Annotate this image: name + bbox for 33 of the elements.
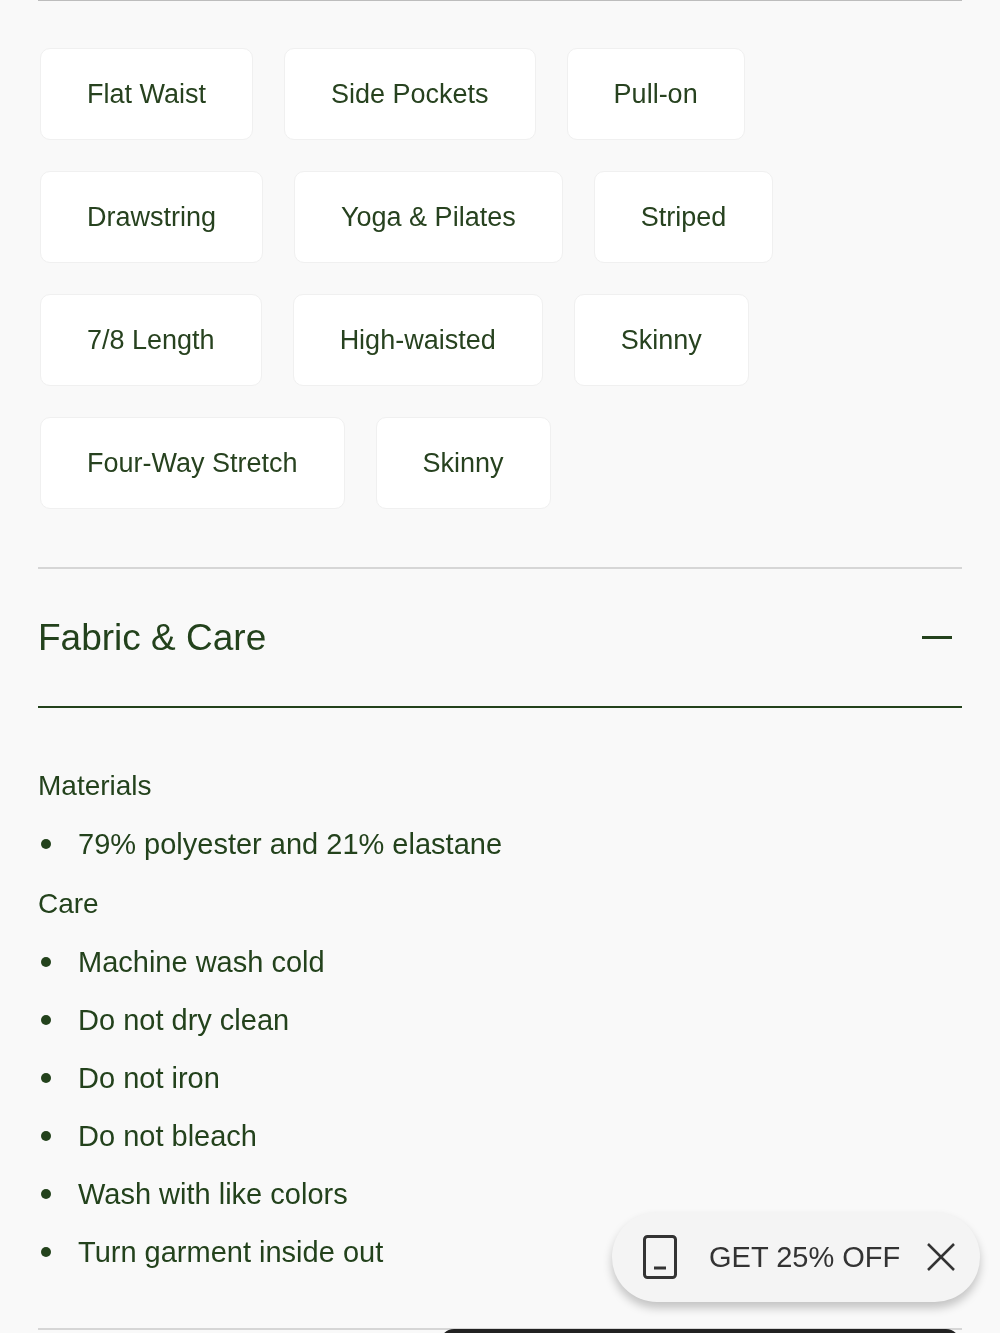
- bullet-icon: [41, 839, 51, 849]
- filter-tag[interactable]: Skinny: [573, 294, 749, 386]
- list-item: Turn garment inside out: [78, 1235, 384, 1269]
- group-heading: Care: [38, 887, 100, 921]
- filter-tag[interactable]: Four-Way Stretch: [40, 417, 345, 509]
- filter-tag[interactable]: Drawstring: [40, 171, 264, 263]
- bullet-icon: [41, 1015, 51, 1025]
- list-item: Do not dry clean: [78, 1003, 290, 1037]
- close-button[interactable]: [926, 1242, 956, 1272]
- group-heading: Materials: [38, 769, 153, 803]
- section-header[interactable]: Fabric & Care: [38, 569, 962, 706]
- bullet-icon: [41, 1189, 51, 1199]
- promo-link[interactable]: GET 25% OFF: [709, 1240, 926, 1274]
- bullet-icon: [41, 1247, 51, 1257]
- phone-icon: [643, 1235, 677, 1279]
- filter-tag[interactable]: 7/8 Length: [40, 294, 262, 386]
- filter-tag[interactable]: Flat Waist: [40, 48, 253, 140]
- filter-tag[interactable]: Pull-on: [566, 48, 745, 140]
- minus-icon: [922, 636, 952, 639]
- bullet-icon: [41, 957, 51, 967]
- filter-tag[interactable]: Skinny: [375, 417, 551, 509]
- filter-tag[interactable]: Yoga & Pilates: [294, 171, 563, 263]
- list-item: Machine wash cold: [78, 945, 325, 979]
- list-item: 79% polyester and 21% elastane: [78, 827, 502, 861]
- list-item: Do not bleach: [78, 1119, 257, 1153]
- list-item: Do not iron: [78, 1061, 220, 1095]
- bullet-icon: [41, 1073, 51, 1083]
- section-title: Fabric & Care: [38, 616, 267, 659]
- filter-tag[interactable]: Striped: [593, 171, 774, 263]
- list-item: Wash with like colors: [78, 1177, 348, 1211]
- bullet-icon: [41, 1131, 51, 1141]
- filter-tag[interactable]: High-waisted: [292, 294, 543, 386]
- filter-tag[interactable]: Side Pockets: [284, 48, 536, 140]
